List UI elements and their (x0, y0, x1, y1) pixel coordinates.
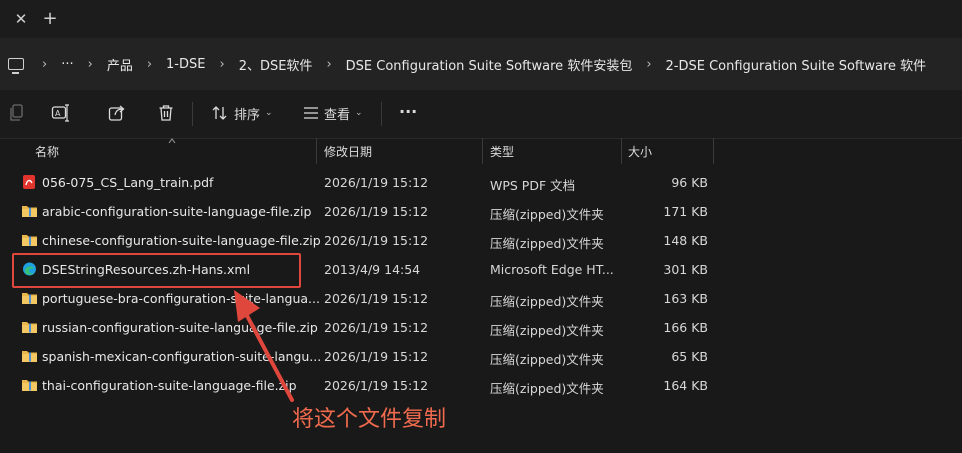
column-size[interactable]: 大小 (628, 143, 652, 160)
view-button[interactable]: 查看 ⌄ (303, 102, 363, 124)
column-divider[interactable] (316, 138, 317, 164)
breadcrumb-item-current-folder[interactable]: 2-DSE Configuration Suite Software 软件 (666, 55, 927, 74)
close-icon[interactable]: ✕ (11, 9, 31, 29)
chevron-down-icon: ⌄ (355, 108, 363, 118)
sort-icon (212, 106, 227, 120)
zip-folder-icon (22, 235, 37, 246)
address-bar[interactable]: › ··· › 产品 › 1-DSE › 2、DSE软件 › DSE Confi… (0, 38, 962, 90)
column-name[interactable]: 名称 (35, 143, 59, 160)
share-icon[interactable] (108, 102, 126, 124)
breadcrumb-item-dse-software[interactable]: 2、DSE软件 (239, 55, 313, 74)
file-type: 压缩(zipped)文件夹 (490, 236, 604, 251)
breadcrumb-item-products[interactable]: 产品 (107, 55, 133, 74)
file-type: 压缩(zipped)文件夹 (490, 323, 604, 338)
pdf-icon (23, 175, 35, 189)
zip-folder-icon (22, 322, 37, 333)
file-row[interactable]: portuguese-bra-configuration-suite-langu… (8, 284, 720, 313)
file-type: 压缩(zipped)文件夹 (490, 294, 604, 309)
view-label: 查看 (324, 107, 351, 123)
highlight-box (12, 253, 301, 288)
file-row[interactable]: thai-configuration-suite-language-file.z… (8, 371, 720, 400)
zip-folder-icon (22, 351, 37, 362)
breadcrumb-item-1-dse[interactable]: 1-DSE (166, 57, 205, 72)
tab-strip: ✕ + (0, 0, 962, 38)
file-row[interactable]: chinese-configuration-suite-language-fil… (8, 226, 720, 255)
chevron-right-icon[interactable]: › (326, 57, 331, 72)
sort-ascending-icon (168, 138, 176, 144)
file-row[interactable]: 056-075_CS_Lang_train.pdf 2026/1/19 15:1… (8, 168, 720, 197)
file-row[interactable]: arabic-configuration-suite-language-file… (8, 197, 720, 226)
chevron-right-icon[interactable]: › (147, 57, 152, 72)
file-size: 164 KB (663, 378, 708, 393)
file-type: 压缩(zipped)文件夹 (490, 207, 604, 222)
file-date: 2026/1/19 15:12 (324, 349, 429, 364)
delete-icon[interactable] (158, 102, 174, 124)
sort-label: 排序 (234, 107, 261, 123)
file-size: 163 KB (663, 291, 708, 306)
file-row[interactable]: russian-configuration-suite-language-fil… (8, 313, 720, 342)
column-date[interactable]: 修改日期 (324, 143, 372, 160)
file-name: arabic-configuration-suite-language-file… (42, 204, 312, 219)
file-type: 压缩(zipped)文件夹 (490, 381, 604, 396)
file-date: 2026/1/19 15:12 (324, 175, 429, 190)
file-date: 2026/1/19 15:12 (324, 378, 429, 393)
annotation-text: 将这个文件复制 (292, 407, 447, 432)
file-row[interactable]: spanish-mexican-configuration-suite-lang… (8, 342, 720, 371)
file-name: chinese-configuration-suite-language-fil… (42, 233, 321, 248)
computer-icon[interactable] (8, 58, 24, 74)
sort-button[interactable]: 排序 ⌄ (211, 102, 273, 124)
column-divider[interactable] (482, 138, 483, 164)
more-options-button[interactable]: ··· (399, 100, 417, 122)
file-date: 2026/1/19 15:12 (324, 291, 429, 306)
svg-text:A: A (55, 109, 61, 118)
toolbar-divider (381, 102, 382, 126)
file-date: 2026/1/19 15:12 (324, 204, 429, 219)
breadcrumb-more[interactable]: ··· (61, 57, 73, 72)
file-type: Microsoft Edge HT... (490, 262, 614, 277)
file-size: 96 KB (671, 175, 708, 190)
command-bar: A 排序 ⌄ 查看 ⌄ ··· (0, 90, 962, 139)
file-name: 056-075_CS_Lang_train.pdf (42, 175, 214, 190)
file-size: 171 KB (663, 204, 708, 219)
column-header: 名称 修改日期 类型 大小 (0, 138, 962, 164)
breadcrumb: › ··· › 产品 › 1-DSE › 2、DSE软件 › DSE Confi… (8, 38, 926, 90)
view-icon (304, 107, 318, 119)
file-size: 301 KB (663, 262, 708, 277)
column-type[interactable]: 类型 (490, 143, 514, 160)
file-size: 148 KB (663, 233, 708, 248)
file-date: 2026/1/19 15:12 (324, 233, 429, 248)
file-type: 压缩(zipped)文件夹 (490, 352, 604, 367)
chevron-down-icon: ⌄ (265, 108, 273, 118)
file-type: WPS PDF 文档 (490, 178, 576, 193)
copy-icon[interactable] (10, 102, 26, 124)
add-tab-button[interactable]: + (40, 9, 60, 29)
column-divider[interactable] (713, 138, 714, 164)
chevron-right-icon[interactable]: › (219, 57, 224, 72)
zip-folder-icon (22, 206, 37, 217)
file-date: 2013/4/9 14:54 (324, 262, 421, 277)
chevron-right-icon[interactable]: › (88, 57, 93, 72)
rename-icon[interactable]: A (51, 102, 71, 124)
plus-icon: + (42, 8, 58, 29)
file-size: 166 KB (663, 320, 708, 335)
file-size: 65 KB (671, 349, 708, 364)
breadcrumb-item-install-package[interactable]: DSE Configuration Suite Software 软件安装包 (346, 55, 633, 74)
annotation-arrow-icon (234, 290, 294, 402)
zip-folder-icon (22, 380, 37, 391)
chevron-right-icon[interactable]: › (42, 57, 47, 72)
chevron-right-icon[interactable]: › (646, 57, 651, 72)
file-date: 2026/1/19 15:12 (324, 320, 429, 335)
column-divider[interactable] (621, 138, 622, 164)
toolbar-divider (192, 102, 193, 126)
zip-folder-icon (22, 293, 37, 304)
